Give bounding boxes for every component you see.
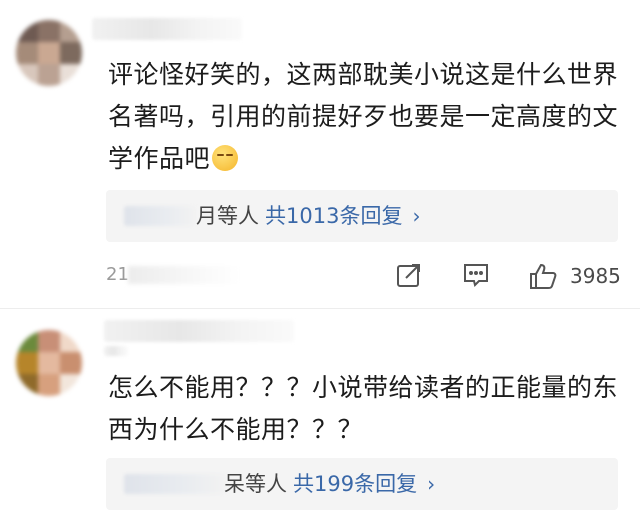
comment-item: 怎么不能用？？？小说带给读者的正能量的东西为什么不能用？？？ 呆等人 共199条回… xyxy=(0,312,640,510)
username[interactable] xyxy=(104,320,294,342)
chevron-right-icon: › xyxy=(412,204,421,228)
chevron-right-icon: › xyxy=(427,472,436,496)
comment-icon[interactable] xyxy=(462,262,490,292)
like-count: 3985 xyxy=(570,264,621,288)
comment-text: 怎么不能用？？？小说带给读者的正能量的东西为什么不能用？？？ xyxy=(108,367,618,451)
divider xyxy=(0,308,640,309)
comment-body: 怎么不能用？？？小说带给读者的正能量的东西为什么不能用？？？ xyxy=(108,373,619,444)
thumbs-up-icon[interactable] xyxy=(528,262,558,292)
timestamp: 21 xyxy=(106,264,129,285)
comment-body: 评论怪好笑的，这两部耽美小说这是什么世界名著吗，引用的前提好歹也要是一定高度的文… xyxy=(108,60,619,173)
user-badge-redacted xyxy=(104,346,128,356)
reply-summary[interactable]: 月等人 共1013条回复 › xyxy=(106,190,618,242)
avatar[interactable] xyxy=(16,20,82,86)
comment-text: 评论怪好笑的，这两部耽美小说这是什么世界名著吗，引用的前提好歹也要是一定高度的文… xyxy=(108,54,618,180)
reply-users: 呆等人 xyxy=(224,472,287,496)
reply-user-names-redacted xyxy=(124,206,196,226)
username[interactable] xyxy=(92,18,242,40)
reply-summary[interactable]: 呆等人 共199条回复 › xyxy=(106,458,618,510)
comment-actions: 21 3985 xyxy=(0,262,640,294)
reply-count-link[interactable]: 共199条回复 xyxy=(293,472,417,496)
avatar[interactable] xyxy=(16,330,82,396)
reply-summary-text: 月等人 共1013条回复 › xyxy=(196,202,420,230)
comment-item: 评论怪好笑的，这两部耽美小说这是什么世界名著吗，引用的前提好歹也要是一定高度的文… xyxy=(0,0,640,312)
timestamp-redacted xyxy=(128,266,240,284)
reply-count-link[interactable]: 共1013条回复 xyxy=(265,204,402,228)
share-icon[interactable] xyxy=(396,262,422,292)
reply-user-names-redacted xyxy=(124,474,226,494)
reply-summary-text: 呆等人 共199条回复 › xyxy=(224,470,435,498)
reply-users: 月等人 xyxy=(196,204,259,228)
sleepy-face-emoji-icon xyxy=(212,145,239,171)
